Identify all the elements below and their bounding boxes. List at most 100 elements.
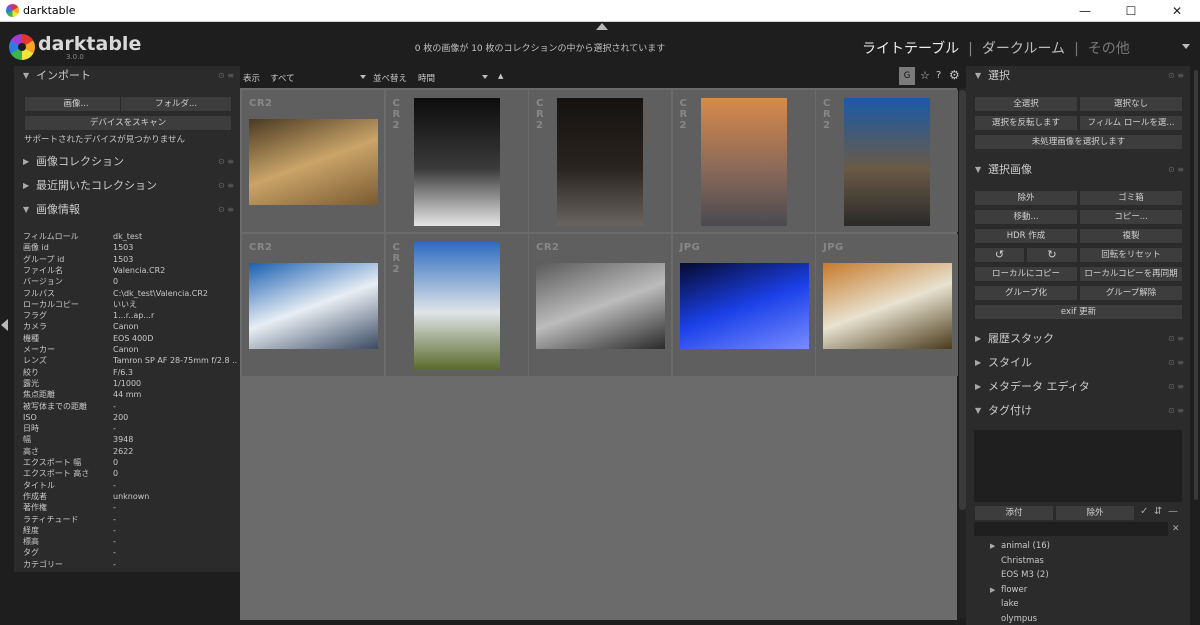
minus-icon[interactable]: — (1168, 506, 1178, 517)
thumbnail-cell[interactable]: CR2 (816, 90, 958, 232)
thumbnail-cell[interactable]: JPG (816, 233, 958, 376)
section-controls-icon[interactable]: ⊙ ≡ (1168, 377, 1184, 397)
thumbnail-image[interactable] (557, 98, 643, 226)
select-all-button[interactable]: 全選択 (974, 96, 1078, 112)
view-lighttable[interactable]: ライトテーブル (862, 41, 959, 57)
section-controls-icon[interactable]: ⊙ ≡ (1168, 401, 1184, 421)
invert-selection-button[interactable]: 選択を反転します (974, 115, 1078, 131)
attached-tags-list[interactable] (974, 430, 1182, 502)
tag-item[interactable]: flower (1001, 585, 1027, 595)
reset-rotation-button[interactable]: 回転をリセット (1079, 247, 1183, 263)
section-controls-icon[interactable]: ⊙ ≡ (218, 176, 234, 196)
thumbnail-image[interactable] (249, 119, 378, 205)
thumbnail-image[interactable] (679, 262, 809, 349)
section-tagging[interactable]: ▼ タグ付け ⊙ ≡ (966, 401, 1190, 421)
thumbnail-cell[interactable]: CR2 (672, 90, 815, 232)
view-darkroom[interactable]: ダークルーム (982, 41, 1065, 57)
help-icon[interactable]: ? (936, 70, 941, 81)
tag-item[interactable]: lake (1001, 599, 1018, 609)
thumbnail-image[interactable] (823, 262, 952, 349)
right-panel-scrollbar-thumb[interactable] (1194, 70, 1198, 500)
section-select[interactable]: ▼ 選択 ⊙ ≡ (966, 66, 1190, 86)
thumbnail-image[interactable] (249, 262, 378, 349)
section-controls-icon[interactable]: ⊙ ≡ (218, 66, 234, 86)
import-folder-button[interactable]: フォルダ... (120, 96, 232, 112)
thumbnail-cell[interactable]: CR2 (242, 233, 384, 376)
scan-devices-button[interactable]: デバイスをスキャン (24, 115, 232, 131)
thumbnail-image[interactable] (413, 241, 500, 370)
thumbnail-cell[interactable]: CR2 (529, 233, 671, 376)
rotate-ccw-icon[interactable]: ↺ (974, 247, 1025, 263)
thumbnail-cell[interactable]: CR2 (242, 90, 384, 232)
sort-direction-icon[interactable]: ▲ (498, 72, 503, 80)
grid-scrollbar[interactable] (959, 88, 966, 618)
minimize-button[interactable]: — (1062, 0, 1108, 22)
section-controls-icon[interactable]: ⊙ ≡ (1168, 160, 1184, 180)
duplicate-button[interactable]: 複製 (1079, 228, 1183, 244)
remove-button[interactable]: 除外 (974, 190, 1078, 206)
tag-search-input[interactable] (974, 522, 1168, 536)
ungroup-button[interactable]: グループ解除 (1079, 285, 1183, 301)
tag-item[interactable]: animal (16) (1001, 541, 1050, 551)
star-icon[interactable]: ☆ (920, 69, 930, 82)
expand-arrow-icon[interactable]: ▶ (990, 586, 995, 594)
section-selected-images[interactable]: ▼ 選択画像 ⊙ ≡ (966, 160, 1190, 180)
sort-dropdown-icon[interactable] (482, 75, 488, 79)
grid-scrollbar-thumb[interactable] (959, 90, 966, 510)
move-button[interactable]: 移動... (974, 209, 1078, 225)
thumbnail-image[interactable] (413, 98, 500, 226)
refresh-exif-button[interactable]: exif 更新 (974, 304, 1183, 320)
view-other[interactable]: その他 (1088, 41, 1130, 57)
show-filter-select[interactable]: すべて (270, 72, 295, 84)
section-collections[interactable]: ▶ 画像コレクション ⊙ ≡ (14, 152, 240, 172)
section-controls-icon[interactable]: ⊙ ≡ (218, 152, 234, 172)
section-metadata-editor[interactable]: ▶ メタデータ エディタ ⊙ ≡ (966, 377, 1190, 397)
thumbnail-image[interactable] (844, 98, 930, 226)
tag-item[interactable]: Christmas (1001, 556, 1044, 566)
section-controls-icon[interactable]: ⊙ ≡ (1168, 66, 1184, 86)
grouping-button[interactable]: G (899, 67, 915, 85)
sort-icon[interactable]: ⇵ (1154, 506, 1162, 517)
copy-button[interactable]: コピー... (1079, 209, 1183, 225)
import-image-button[interactable]: 画像... (24, 96, 128, 112)
thumbnail-image[interactable] (700, 98, 787, 226)
thumbnail-cell[interactable]: CR2 (385, 233, 528, 376)
select-none-button[interactable]: 選択なし (1079, 96, 1183, 112)
expand-arrow-icon[interactable]: ▶ (990, 542, 995, 550)
hdr-button[interactable]: HDR 作成 (974, 228, 1078, 244)
section-controls-icon[interactable]: ⊙ ≡ (218, 200, 234, 220)
section-recent-collections[interactable]: ▶ 最近開いたコレクション ⊙ ≡ (14, 176, 240, 196)
group-button[interactable]: グループ化 (974, 285, 1078, 301)
thumbnail-image[interactable] (536, 262, 665, 349)
section-styles[interactable]: ▶ スタイル ⊙ ≡ (966, 353, 1190, 373)
thumbnail-cell[interactable]: CR2 (385, 90, 528, 232)
collapse-left-arrow-icon[interactable] (1, 319, 8, 331)
right-panel-scrollbar[interactable] (1192, 66, 1200, 625)
views-dropdown-icon[interactable] (1182, 44, 1190, 49)
trash-button[interactable]: ゴミ箱 (1079, 190, 1183, 206)
tag-item[interactable]: olympus (1001, 614, 1037, 624)
attach-tag-button[interactable]: 添付 (974, 505, 1054, 521)
gear-icon[interactable]: ⚙ (949, 68, 960, 82)
sort-select[interactable]: 時間 (418, 72, 435, 84)
clear-icon[interactable]: ✕ (1172, 524, 1180, 534)
select-film-roll-button[interactable]: フィルム ロールを選... (1079, 115, 1183, 131)
section-history-stack[interactable]: ▶ 履歴スタック ⊙ ≡ (966, 329, 1190, 349)
thumbnail-cell[interactable]: JPG (672, 233, 815, 376)
check-icon[interactable]: ✓ (1140, 506, 1148, 517)
show-dropdown-icon[interactable] (360, 75, 366, 79)
thumbnail-cell[interactable]: CR2 (529, 90, 671, 232)
resync-local-copy-button[interactable]: ローカルコピーを再同期 (1079, 266, 1183, 282)
tag-item[interactable]: EOS M3 (2) (1001, 570, 1049, 580)
section-controls-icon[interactable]: ⊙ ≡ (1168, 353, 1184, 373)
close-button[interactable]: ✕ (1154, 0, 1200, 22)
select-untouched-button[interactable]: 未処理画像を選択します (974, 134, 1183, 150)
collapse-top-arrow-icon[interactable] (596, 23, 608, 30)
detach-tag-button[interactable]: 除外 (1055, 505, 1135, 521)
maximize-button[interactable]: ☐ (1108, 0, 1154, 22)
section-import[interactable]: ▼ インポート ⊙ ≡ (14, 66, 240, 86)
rotate-cw-icon[interactable]: ↻ (1026, 247, 1078, 263)
section-image-info[interactable]: ▼ 画像情報 ⊙ ≡ (14, 200, 240, 220)
local-copy-button[interactable]: ローカルにコピー (974, 266, 1078, 282)
section-controls-icon[interactable]: ⊙ ≡ (1168, 329, 1184, 349)
